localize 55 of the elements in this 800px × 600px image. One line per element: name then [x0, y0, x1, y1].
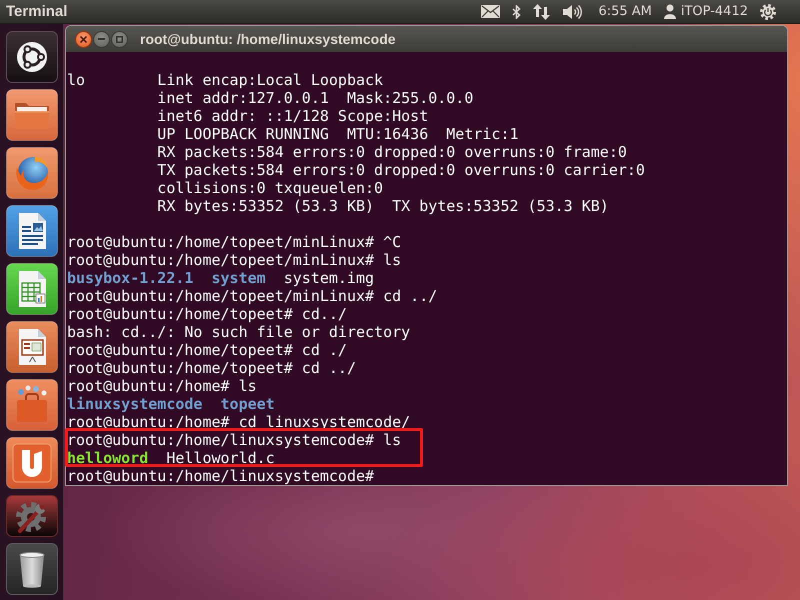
command-line: root@ubuntu:/home/linuxsystemcode# [67, 467, 374, 485]
window-title: root@ubuntu: /home/linuxsystemcode [140, 31, 396, 47]
person-icon[interactable] [664, 4, 676, 19]
output-line: bash: cd../: No such file or directory [67, 323, 410, 341]
launcher-button[interactable] [6, 31, 58, 83]
maximize-icon [116, 36, 123, 42]
output-line: RX packets:584 errors:0 dropped:0 overruns:0 frame:0 [157, 143, 627, 161]
directory-name: system [211, 269, 266, 287]
file-name: Helloworld.c [166, 449, 275, 467]
trash-icon [6, 543, 58, 595]
command-line: root@ubuntu:/home# cd linuxsystemcode/ [67, 413, 410, 431]
bluetooth-icon[interactable] [512, 4, 522, 18]
app-title: Terminal [6, 3, 68, 20]
executable-name: helloword [67, 449, 148, 467]
close-button[interactable] [75, 30, 92, 48]
minimize-button[interactable] [93, 30, 110, 48]
command-line: root@ubuntu:/home/topeet/minLinux# ^C [67, 233, 402, 251]
maximize-button[interactable] [111, 30, 128, 48]
minimize-icon [98, 38, 105, 40]
command-line: root@ubuntu:/home/topeet/minLinux# cd ../ [67, 287, 438, 305]
directory-name: topeet [220, 395, 275, 413]
command-line: root@ubuntu:/home/topeet# cd../ [67, 305, 347, 323]
launcher-button[interactable] [6, 543, 58, 595]
clock-time[interactable]: 6:55 AM [598, 4, 652, 19]
spreadsheet-icon [6, 263, 58, 315]
document-icon [6, 205, 58, 257]
u-logo-icon [6, 437, 58, 489]
file-name: system.img [284, 269, 374, 287]
command-line: root@ubuntu:/home/topeet# cd ./ [67, 341, 347, 359]
output-line: Link encap:Local Loopback [157, 71, 384, 89]
command-line: root@ubuntu:/home/topeet# cd ../ [67, 359, 356, 377]
interface-name: lo [67, 71, 86, 89]
directory-name: linuxsystemcode [67, 395, 202, 413]
output-line: UP LOOPBACK RUNNING MTU:16436 Metric:1 [157, 125, 519, 143]
output-line: collisions:0 txqueuelen:0 [157, 179, 384, 197]
globe-icon [6, 147, 58, 199]
up-down-arrows-icon[interactable] [533, 4, 550, 20]
close-icon [80, 36, 87, 42]
user-name[interactable]: iTOP-4412 [680, 4, 748, 19]
speaker-icon[interactable] [562, 4, 582, 20]
output-line: TX packets:584 errors:0 dropped:0 overruns:0 carrier:0 [157, 161, 645, 179]
output-line: inet addr:127.0.0.1 Mask:255.0.0.0 [157, 89, 474, 107]
command-line: root@ubuntu:/home# ls [67, 377, 257, 395]
ring-logo-icon [6, 31, 58, 83]
gear-icon[interactable] [760, 4, 776, 20]
command-line: root@ubuntu:/home/topeet/minLinux# ls [67, 251, 402, 269]
gear-wrench-icon [6, 495, 58, 537]
shopping-bag-icon [6, 379, 58, 431]
presentation-icon [6, 321, 58, 373]
envelope-icon[interactable] [481, 5, 500, 18]
output-line: RX bytes:53352 (53.3 KB) TX bytes:53352 (53.3 KB) [157, 197, 609, 215]
command-line: root@ubuntu:/home/linuxsystemcode# ls [67, 431, 402, 449]
folder-icon [6, 89, 58, 141]
output-line: inet6 addr: ::1/128 Scope:Host [157, 107, 428, 125]
directory-name: busybox-1.22.1 [67, 269, 194, 287]
